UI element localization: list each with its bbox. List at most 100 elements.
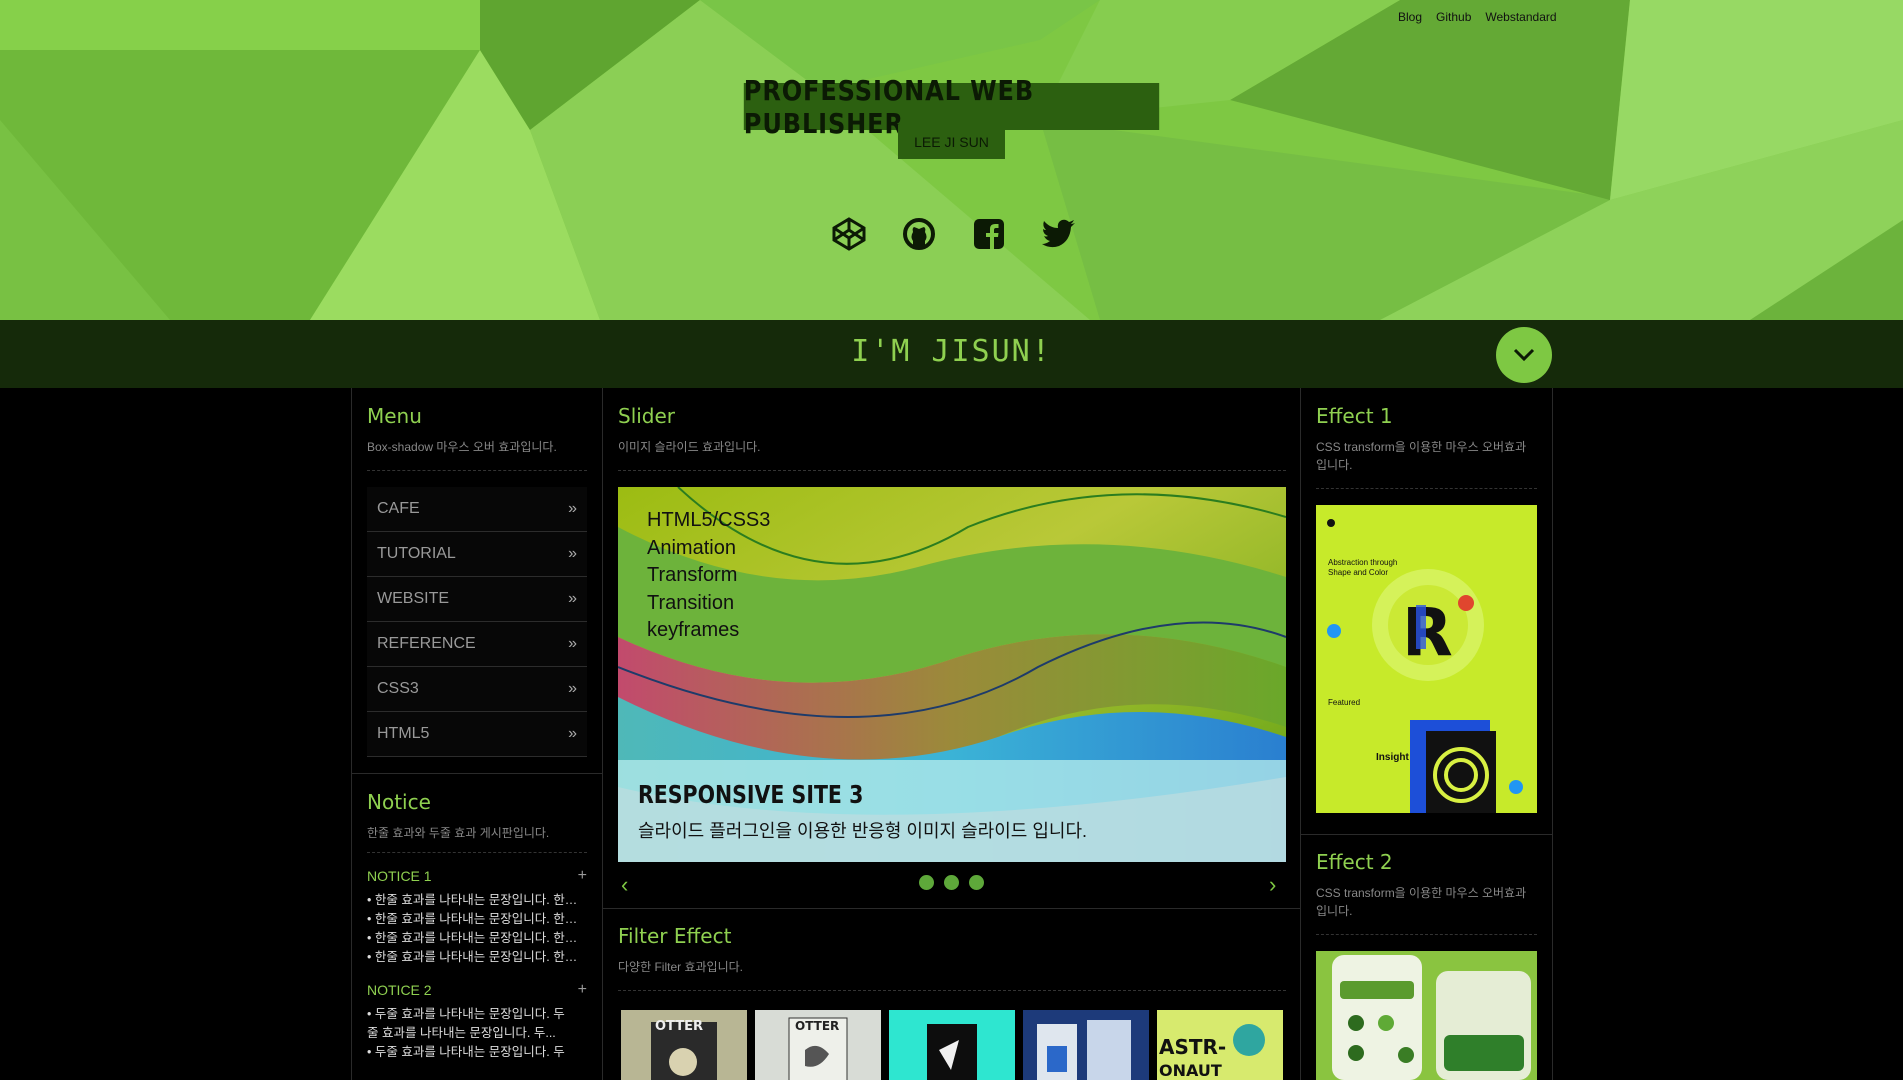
- effect1-title: Effect 1: [1316, 404, 1393, 428]
- double-chevron-icon: »: [568, 635, 577, 652]
- notice-line[interactable]: 줄 효과를 나타내는 문장입니다. 두...: [367, 1024, 587, 1043]
- svg-text:Shape and Color: Shape and Color: [1328, 568, 1388, 577]
- notice-2-label[interactable]: NOTICE 2: [367, 982, 432, 998]
- menu-item-label: WEBSITE: [377, 590, 450, 607]
- effect2-title: Effect 2: [1316, 850, 1393, 874]
- slide-caption: RESPONSIVE SITE 3 슬라이드 플러그인을 이용한 반응형 이미지…: [618, 760, 1286, 862]
- menu-item-label: CAFE: [377, 500, 420, 517]
- menu-desc: Box-shadow 마우스 오버 효과입니다.: [367, 440, 557, 454]
- filter-desc: 다양한 Filter 효과입니다.: [618, 960, 743, 974]
- slide-keyword: Transform: [647, 564, 738, 586]
- notice-line[interactable]: • 한줄 효과를 나타내는 문장입니다. 한줄 효과를 나타내는 문장입니다.: [367, 891, 587, 910]
- double-chevron-icon: »: [568, 500, 577, 517]
- slider-dot[interactable]: [969, 875, 984, 890]
- effect2-desc: CSS transform을 이용한 마우스 오버효과입니다.: [1316, 886, 1527, 918]
- facebook-icon[interactable]: [970, 215, 1008, 253]
- slider-dot[interactable]: [919, 875, 934, 890]
- menu-item-html5[interactable]: HTML5 »: [367, 712, 587, 757]
- notice-line[interactable]: • 두줄 효과를 나타내는 문장입니다. 두: [367, 1005, 587, 1024]
- top-link-webstandard[interactable]: Webstandard: [1485, 10, 1556, 24]
- double-chevron-icon: »: [568, 590, 577, 607]
- divider: [367, 852, 587, 853]
- divider: [1316, 934, 1537, 935]
- slide-caption-desc: 슬라이드 플러그인을 이용한 반응형 이미지 슬라이드 입니다.: [638, 821, 1088, 841]
- divider: [1316, 488, 1537, 489]
- notice-1-label[interactable]: NOTICE 1: [367, 868, 432, 884]
- image-slider[interactable]: HTML5/CSS3 Animation Transform Transitio…: [618, 487, 1286, 862]
- menu-item-label: REFERENCE: [377, 635, 476, 652]
- filter-thumbnail[interactable]: [1023, 1010, 1149, 1080]
- menu-list: CAFE » TUTORIAL » WEBSITE » REFERENCE » CSS3…: [367, 487, 587, 757]
- divider: [1301, 834, 1552, 835]
- notice-1-header: NOTICE 1 +: [367, 867, 587, 885]
- notice-2-header: NOTICE 2 +: [367, 981, 587, 999]
- filter-title: Filter Effect: [618, 924, 732, 948]
- menu-item-cafe[interactable]: CAFE »: [367, 487, 587, 532]
- filter-thumbnail[interactable]: OTTER: [755, 1010, 881, 1080]
- divider: [618, 470, 1286, 471]
- double-chevron-icon: »: [568, 725, 577, 742]
- top-link-github[interactable]: Github: [1436, 10, 1471, 24]
- effect2-image[interactable]: [1316, 951, 1537, 1080]
- slider-next-arrow[interactable]: ›: [1269, 872, 1276, 898]
- slider-desc: 이미지 슬라이드 효과입니다.: [618, 440, 761, 454]
- slider-prev-arrow[interactable]: ‹: [621, 872, 628, 898]
- svg-text:OTTER: OTTER: [795, 1019, 839, 1033]
- notice-desc: 한줄 효과와 두줄 효과 게시판입니다.: [367, 826, 550, 840]
- plus-icon[interactable]: +: [578, 867, 587, 885]
- plus-icon[interactable]: +: [578, 981, 587, 999]
- notice-section: Notice 한줄 효과와 두줄 효과 게시판입니다. NOTICE 1 + •…: [352, 773, 602, 1062]
- codepen-icon[interactable]: [830, 215, 868, 253]
- notice-title: Notice: [367, 790, 431, 814]
- slider-dot[interactable]: [944, 875, 959, 890]
- notice-line[interactable]: • 한줄 효과를 나타내는 문장입니다. 한줄 효과를 나타내는 문장입니다.: [367, 929, 587, 948]
- notice-line[interactable]: • 한줄 효과를 나타내는 문장입니다. 한줄 효과를 나타내는 문장입니다.: [367, 948, 587, 967]
- notice-line[interactable]: • 한줄 효과를 나타내는 문장입니다. 한줄 효과를 나타내는 문장입니다.: [367, 910, 587, 929]
- effect1-image[interactable]: Abstraction through Shape and Color R Fe…: [1316, 505, 1537, 813]
- menu-item-tutorial[interactable]: TUTORIAL »: [367, 532, 587, 577]
- slider-title: Slider: [618, 404, 676, 428]
- notice-2-list: • 두줄 효과를 나타내는 문장입니다. 두 줄 효과를 나타내는 문장입니다.…: [367, 1005, 587, 1062]
- filter-thumbnail[interactable]: OTTER: [621, 1010, 747, 1080]
- top-links: Blog Github Webstandard: [1398, 10, 1557, 24]
- divider: [367, 470, 587, 471]
- divider: [618, 990, 1286, 991]
- notice-line[interactable]: • 두줄 효과를 나타내는 문장입니다. 두: [367, 1043, 587, 1062]
- svg-text:Abstraction through: Abstraction through: [1328, 558, 1397, 567]
- banner-tagline: I'M JISUN!: [851, 334, 1052, 369]
- slide-keyword-list: HTML5/CSS3 Animation Transform Transitio…: [647, 507, 770, 645]
- slide-keyword: Transition: [647, 591, 735, 614]
- effect1-desc: CSS transform을 이용한 마우스 오버효과입니다.: [1316, 440, 1527, 472]
- menu-item-label: TUTORIAL: [377, 545, 456, 562]
- slide-keyword: Animation: [647, 536, 736, 559]
- menu-title: Menu: [367, 404, 422, 428]
- left-column: Menu Box-shadow 마우스 오버 효과입니다. CAFE » TUTO…: [351, 388, 603, 1080]
- filter-thumbnail[interactable]: [889, 1010, 1015, 1080]
- svg-text:R: R: [1402, 594, 1453, 671]
- menu-item-css3[interactable]: CSS3 »: [367, 667, 587, 712]
- top-link-blog[interactable]: Blog: [1398, 10, 1422, 24]
- menu-item-reference[interactable]: REFERENCE »: [367, 622, 587, 667]
- divider: [603, 908, 1300, 909]
- header: Blog Github Webstandard PROFESSIONAL WEB…: [0, 0, 1903, 320]
- svg-text:Featured: Featured: [1328, 698, 1360, 707]
- site-title: PROFESSIONAL WEB PUBLISHER: [743, 74, 1160, 140]
- slide-keyword: keyframes: [647, 619, 740, 641]
- banner: I'M JISUN!: [0, 320, 1903, 388]
- menu-item-website[interactable]: WEBSITE »: [367, 577, 587, 622]
- double-chevron-icon: »: [568, 545, 577, 562]
- menu-item-label: CSS3: [377, 680, 419, 697]
- scroll-down-button[interactable]: [1496, 327, 1552, 383]
- svg-text:ASTR-: ASTR-: [1159, 1035, 1226, 1059]
- github-icon[interactable]: [900, 215, 938, 253]
- slide-caption-title: RESPONSIVE SITE 3: [638, 780, 864, 809]
- menu-item-label: HTML5: [377, 725, 430, 742]
- slider-dots: [919, 875, 984, 890]
- social-links: [830, 215, 1078, 253]
- twitter-icon[interactable]: [1040, 215, 1078, 253]
- filter-thumbnail[interactable]: ASTR- ONAUT: [1157, 1010, 1283, 1080]
- center-column: Slider 이미지 슬라이드 효과입니다. HTML5/CSS3 Animat…: [602, 388, 1301, 1080]
- polygon-background: [0, 0, 1903, 320]
- filter-thumbnails: OTTER OTTER ASTR- ONAUT: [621, 1010, 1283, 1080]
- svg-text:OTTER: OTTER: [655, 1019, 703, 1034]
